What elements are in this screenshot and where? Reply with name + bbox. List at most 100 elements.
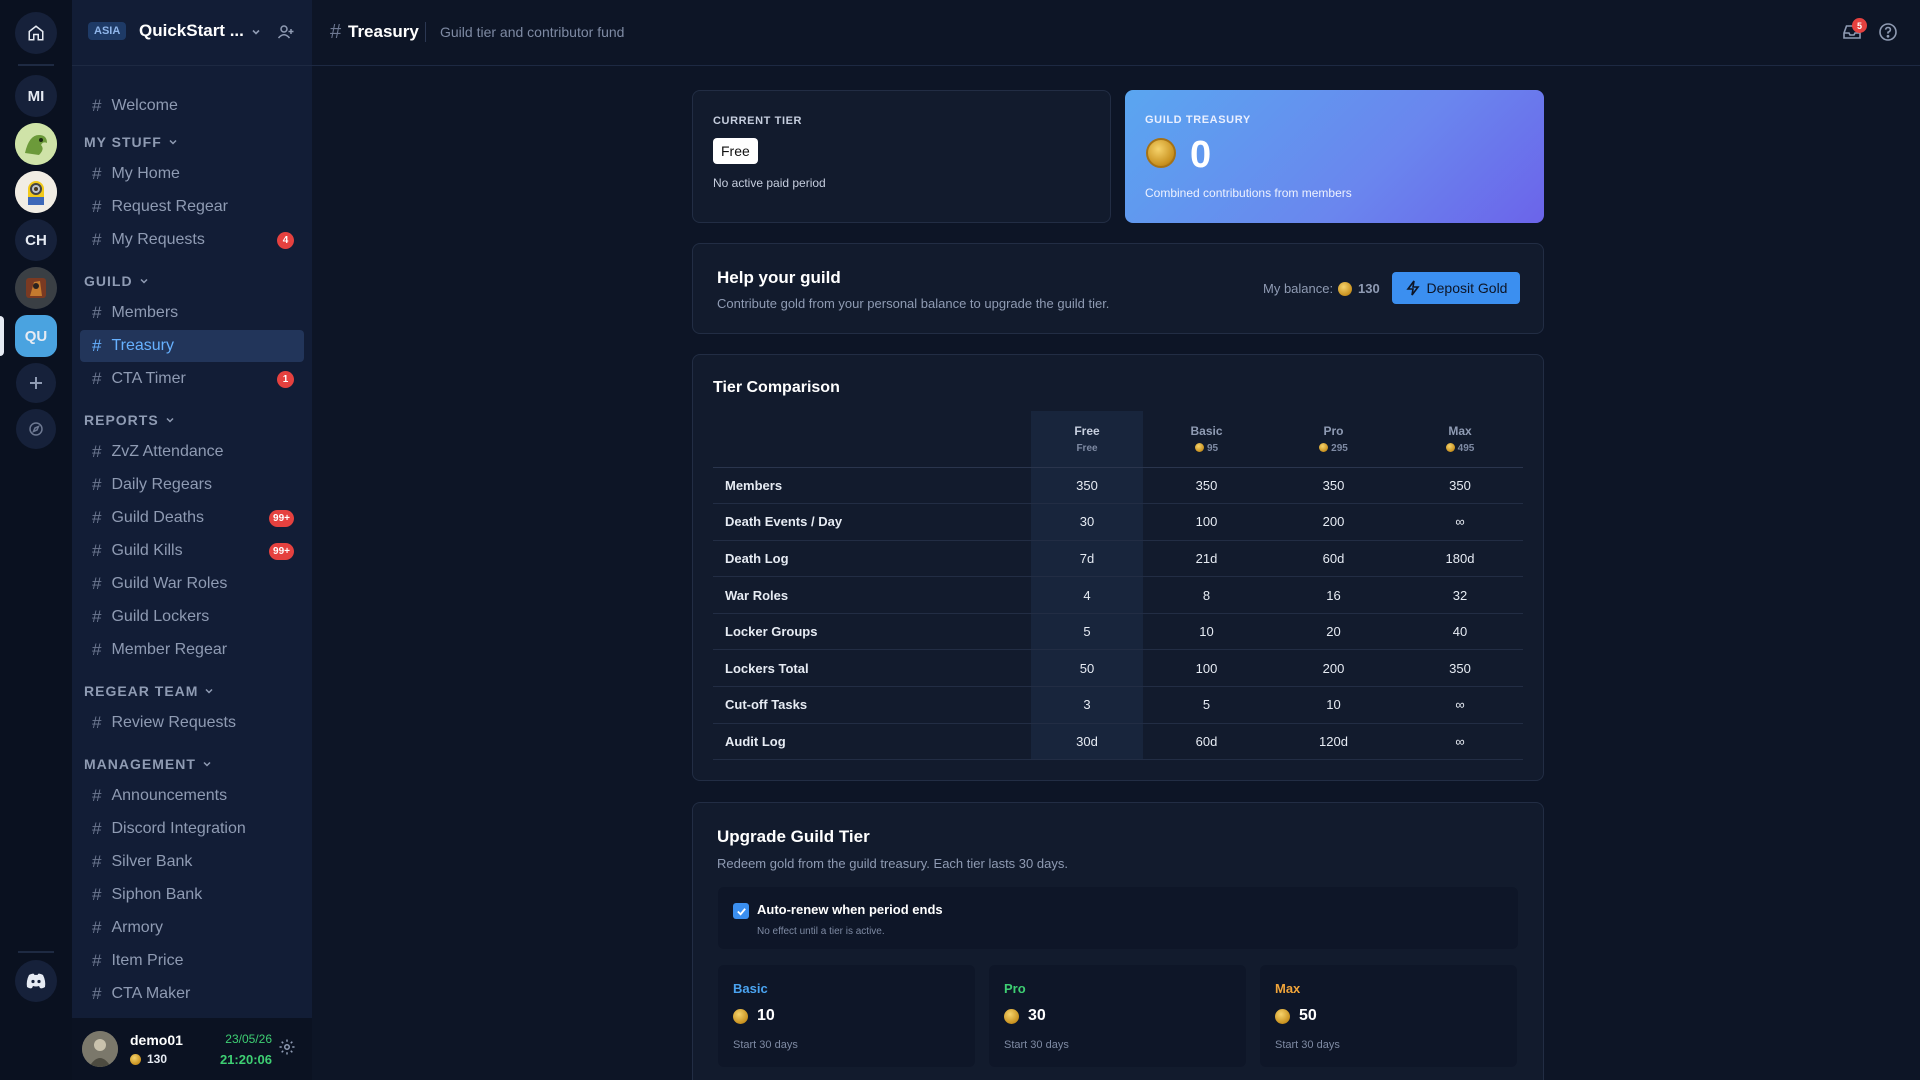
cell-max: 180d bbox=[1397, 540, 1523, 578]
chevron-down-icon bbox=[205, 688, 213, 694]
active-server-indicator bbox=[0, 316, 4, 356]
cell-free: 50 bbox=[1031, 649, 1143, 688]
cell-free: 4 bbox=[1031, 576, 1143, 614]
channel-announcements[interactable]: # Announcements bbox=[80, 780, 304, 812]
channel-silver-bank[interactable]: # Silver Bank bbox=[80, 846, 304, 878]
channel-request-regear[interactable]: # Request Regear bbox=[80, 191, 304, 223]
category-management[interactable]: MANAGEMENT bbox=[84, 756, 212, 772]
channel-my-requests[interactable]: # My Requests 4 bbox=[80, 224, 304, 256]
plan-cost: 50 bbox=[1275, 1007, 1317, 1025]
user-panel: demo01 130 23/05/26 21:20:06 bbox=[72, 1018, 312, 1080]
deposit-label: Deposit Gold bbox=[1426, 280, 1508, 296]
auto-renew-checkbox[interactable] bbox=[733, 903, 749, 919]
deposit-gold-button[interactable]: Deposit Gold bbox=[1392, 272, 1520, 304]
channel-treasury[interactable]: # Treasury bbox=[80, 330, 304, 362]
server-avatar-art[interactable] bbox=[15, 267, 57, 309]
username: demo01 bbox=[130, 1032, 183, 1048]
cell-pro: 10 bbox=[1270, 686, 1397, 724]
channel-armory[interactable]: # Armory bbox=[80, 912, 304, 944]
gear-icon[interactable] bbox=[278, 1038, 296, 1056]
auto-renew-box: Auto-renew when period ends No effect un… bbox=[718, 887, 1518, 949]
category-label: MANAGEMENT bbox=[84, 756, 196, 772]
category-regear-team[interactable]: REGEAR TEAM bbox=[84, 683, 214, 699]
add-server-button[interactable] bbox=[16, 363, 56, 403]
plan-card-pro[interactable]: Pro 30 Start 30 days bbox=[989, 965, 1246, 1067]
plan-card-basic[interactable]: Basic 10 Start 30 days bbox=[718, 965, 975, 1067]
channel-guild-kills[interactable]: # Guild Kills 99+ bbox=[80, 535, 304, 567]
plan-card-max[interactable]: Max 50 Start 30 days bbox=[1260, 965, 1517, 1067]
plan-cost-value: 30 bbox=[1028, 1007, 1046, 1024]
category-label: MY STUFF bbox=[84, 134, 162, 150]
channel-members[interactable]: # Members bbox=[80, 297, 304, 329]
hash-icon: # bbox=[92, 336, 102, 355]
upgrade-tier-card: Upgrade Guild Tier Redeem gold from the … bbox=[692, 802, 1544, 1080]
channel-label: Siphon Bank bbox=[111, 886, 203, 903]
add-user-icon[interactable] bbox=[277, 23, 295, 41]
plan-duration: Start 30 days bbox=[1004, 1039, 1069, 1051]
help-icon[interactable] bbox=[1878, 22, 1898, 42]
channel-guild-lockers[interactable]: # Guild Lockers bbox=[80, 601, 304, 633]
channel-discord-integration[interactable]: # Discord Integration bbox=[80, 813, 304, 845]
server-avatar-minion[interactable] bbox=[15, 171, 57, 213]
plan-duration: Start 30 days bbox=[733, 1039, 798, 1051]
unread-badge: 99+ bbox=[269, 510, 294, 527]
channel-daily-regears[interactable]: # Daily Regears bbox=[80, 469, 304, 501]
server-avatar-dragon[interactable] bbox=[15, 123, 57, 165]
gold-coin-icon bbox=[733, 1008, 748, 1024]
channel-item-price[interactable]: # Item Price bbox=[80, 945, 304, 977]
user-gold-value: 130 bbox=[147, 1052, 168, 1066]
channel-cta-timer[interactable]: # CTA Timer 1 bbox=[80, 363, 304, 395]
channel-zvz-attendance[interactable]: # ZvZ Attendance bbox=[80, 436, 304, 468]
server-qu[interactable]: QU bbox=[15, 315, 57, 357]
cell-basic: 100 bbox=[1143, 503, 1270, 541]
hash-icon: # bbox=[92, 918, 102, 937]
hash-icon: # bbox=[92, 574, 102, 593]
cell-max: ∞ bbox=[1397, 686, 1523, 724]
guild-header[interactable]: ASIA QuickStart ... bbox=[72, 0, 312, 66]
table-row: Members 350 350 350 350 bbox=[713, 467, 1523, 505]
home-button[interactable] bbox=[15, 12, 57, 54]
channel-guild-war-roles[interactable]: # Guild War Roles bbox=[80, 568, 304, 600]
category-reports[interactable]: REPORTS bbox=[84, 412, 175, 428]
channel-label: My Requests bbox=[111, 231, 205, 248]
dragon-avatar-icon bbox=[15, 123, 57, 165]
category-my-stuff[interactable]: MY STUFF bbox=[84, 134, 178, 150]
channel-cta-maker[interactable]: # CTA Maker bbox=[80, 978, 304, 1010]
plan-name: Pro bbox=[1004, 981, 1026, 996]
channel-my-home[interactable]: # My Home bbox=[80, 158, 304, 190]
inbox-badge: 5 bbox=[1852, 18, 1867, 33]
tier-comparison-card: Tier Comparison Free Free Basic 95 Pro 295 … bbox=[692, 354, 1544, 781]
row-label: Lockers Total bbox=[713, 649, 1031, 688]
cell-basic: 5 bbox=[1143, 686, 1270, 724]
server-mi[interactable]: MI bbox=[15, 75, 57, 117]
channel-label: Member Regear bbox=[111, 641, 228, 658]
channel-guild-deaths[interactable]: # Guild Deaths 99+ bbox=[80, 502, 304, 534]
user-gold: 130 bbox=[130, 1052, 167, 1066]
current-tier-badge: Free bbox=[713, 138, 758, 164]
hash-icon: # bbox=[92, 713, 102, 732]
row-label: Locker Groups bbox=[713, 613, 1031, 651]
auto-renew-label[interactable]: Auto-renew when period ends bbox=[757, 902, 943, 917]
discord-button[interactable] bbox=[15, 960, 57, 1002]
chevron-down-icon[interactable] bbox=[250, 26, 262, 38]
gold-coin-icon bbox=[1319, 442, 1329, 452]
art-avatar-icon bbox=[15, 267, 57, 309]
hash-icon: # bbox=[92, 819, 102, 838]
hash-icon: # bbox=[92, 984, 102, 1003]
avatar[interactable] bbox=[82, 1031, 118, 1067]
channel-welcome[interactable]: # Welcome bbox=[80, 90, 304, 122]
column-header-pro: Pro 295 bbox=[1270, 411, 1397, 468]
column-header-max: Max 495 bbox=[1397, 411, 1523, 468]
discord-icon bbox=[26, 973, 46, 989]
explore-button[interactable] bbox=[16, 409, 56, 449]
cell-pro: 120d bbox=[1270, 723, 1397, 761]
channel-member-regear[interactable]: # Member Regear bbox=[80, 634, 304, 666]
tier-price-wrap: 295 bbox=[1270, 442, 1397, 454]
server-ch[interactable]: CH bbox=[15, 219, 57, 261]
channel-label: Armory bbox=[111, 919, 164, 936]
channel-label: Welcome bbox=[111, 97, 178, 114]
channel-review-requests[interactable]: # Review Requests bbox=[80, 707, 304, 739]
category-guild[interactable]: GUILD bbox=[84, 273, 149, 289]
channel-siphon-bank[interactable]: # Siphon Bank bbox=[80, 879, 304, 911]
chevron-down-icon bbox=[166, 417, 174, 423]
